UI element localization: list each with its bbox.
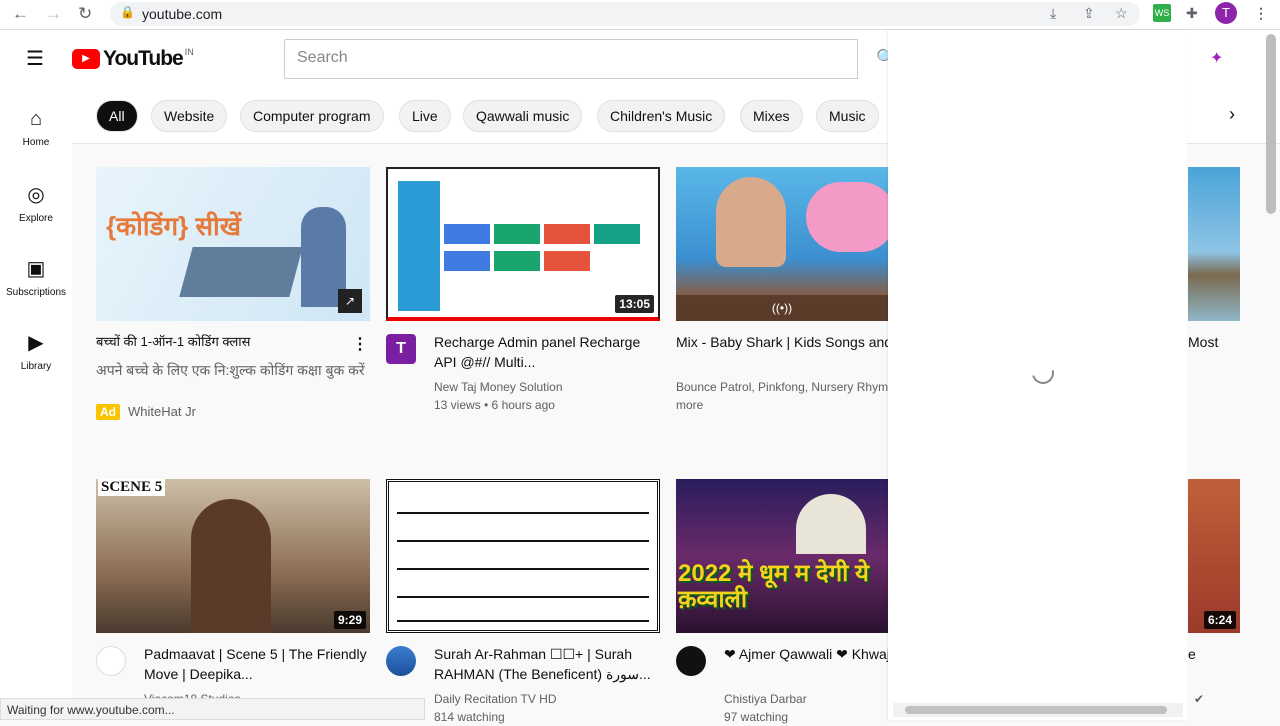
video-title[interactable]: Most — [1188, 332, 1248, 372]
chip-childrens-music[interactable]: Children's Music — [597, 100, 726, 132]
hamburger-icon[interactable]: ☰ — [26, 46, 44, 71]
sidebar-label: Explore — [19, 213, 53, 224]
reload-icon[interactable]: ↻ — [78, 4, 92, 24]
youtube-logo[interactable]: ▶ YouTube IN — [72, 47, 194, 71]
address-bar[interactable]: youtube.com — [110, 2, 1140, 26]
sidebar-item-home[interactable]: ⌂ Home — [0, 108, 72, 148]
vertical-scrollbar[interactable] — [1266, 34, 1276, 214]
back-icon[interactable]: ← — [12, 4, 29, 24]
ad-badge: Ad — [96, 404, 120, 420]
chip-all[interactable]: All — [96, 100, 138, 132]
menu-icon[interactable]: ⋮ — [1254, 5, 1268, 22]
profile-avatar[interactable]: T — [1215, 2, 1237, 24]
region-label: IN — [184, 47, 194, 57]
sidebar-item-subscriptions[interactable]: ▣ Subscriptions — [0, 256, 72, 298]
video-title[interactable]: Padmaavat | Scene 5 | The Friendly Move … — [144, 644, 374, 684]
channel-name[interactable]: New Taj Money Solution — [434, 378, 664, 396]
video-duration: 6:24 — [1203, 611, 1236, 629]
channel-name[interactable]: Bounce Patrol, Pinkfong, Nursery Rhyme — [676, 378, 888, 396]
channel-avatar[interactable] — [96, 646, 126, 676]
verified-icon: ✔ — [1194, 692, 1205, 706]
thumbnail-text: SCENE 5 — [98, 479, 166, 496]
sidebar-label: Subscriptions — [5, 287, 67, 298]
video-thumbnail[interactable]: {कोडिंग} सीखें ↗ — [96, 167, 370, 321]
chip-music[interactable]: Music — [816, 100, 879, 132]
library-icon: ▶ — [28, 332, 44, 354]
install-icon[interactable]: ⤓ — [1050, 5, 1056, 22]
sidebar-label: Library — [20, 361, 52, 372]
play-logo-icon: ▶ — [72, 49, 100, 69]
live-icon: ((•)) — [676, 295, 888, 321]
extension-icon[interactable]: WS — [1153, 4, 1171, 22]
star-icon[interactable]: ☆ — [1115, 5, 1128, 22]
ad-description: अपने बच्चे के लिए एक नि:शुल्क कोडिंग कक्… — [96, 362, 365, 378]
share-icon[interactable]: ⇪ — [1083, 5, 1095, 22]
horizontal-scrollbar[interactable] — [893, 703, 1183, 717]
external-link-icon[interactable]: ↗ — [338, 289, 362, 313]
video-title[interactable]: ❤ Ajmer Qawwali ❤ Khwaj Garib Navaz Supe… — [724, 644, 888, 684]
chip-live[interactable]: Live — [399, 100, 451, 132]
video-thumbnail[interactable]: SCENE 5 9:29 — [96, 479, 370, 633]
chip-website[interactable]: Website — [151, 100, 228, 132]
home-icon: ⌂ — [29, 108, 43, 130]
video-thumbnail[interactable] — [1188, 167, 1240, 321]
search-input[interactable]: Search — [284, 39, 858, 79]
video-duration: 9:29 — [333, 611, 366, 629]
thumbnail-text: 2022 मे धूम म देगी ये क़व्वाली — [678, 560, 869, 613]
browser-status-bar: Waiting for www.youtube.com... — [0, 698, 425, 720]
video-stats: more — [676, 398, 704, 412]
thumbnail-text: {कोडिंग} सीखें — [106, 211, 242, 241]
video-title[interactable]: e — [1188, 644, 1218, 684]
channel-logo-icon[interactable]: ✦ — [1210, 48, 1223, 68]
channel-name[interactable]: WhiteHat Jr — [128, 403, 358, 421]
compass-icon: ◎ — [27, 184, 45, 206]
channel-avatar[interactable] — [386, 646, 416, 676]
video-thumbnail[interactable]: 6:24 — [1188, 479, 1240, 633]
logo-text: YouTube — [103, 47, 184, 70]
chevron-right-icon[interactable]: › — [1229, 104, 1235, 125]
sidebar-item-explore[interactable]: ◎ Explore — [0, 182, 72, 224]
chip-qawwali[interactable]: Qawwali music — [463, 100, 583, 132]
video-title[interactable]: Surah Ar-Rahman ☐☐+ | Surah RAHMAN (The … — [434, 644, 664, 684]
video-title[interactable]: Mix - Baby Shark | Kids Songs and Nurser… — [676, 332, 888, 372]
chip-computer-program[interactable]: Computer program — [240, 100, 384, 132]
forward-icon[interactable]: → — [45, 4, 62, 24]
video-thumbnail[interactable]: ((•)) — [676, 167, 888, 321]
video-title[interactable]: Recharge Admin panel Recharge API @#// M… — [434, 332, 664, 372]
puzzle-icon[interactable]: ✚ — [1186, 5, 1198, 22]
channel-name[interactable]: Daily Recitation TV HD — [434, 690, 664, 708]
video-thumbnail[interactable]: 2022 मे धूम म देगी ये क़व्वाली — [676, 479, 888, 633]
more-options-icon[interactable]: ⋮ — [352, 334, 368, 354]
video-stats: 814 watching — [434, 710, 505, 724]
channel-avatar[interactable]: T — [386, 334, 416, 364]
sidebar-item-library[interactable]: ▶ Library — [0, 330, 72, 372]
lock-icon[interactable]: 🔒 — [120, 5, 135, 19]
video-duration: 13:05 — [615, 295, 654, 313]
sidebar-label: Home — [22, 137, 50, 148]
chip-mixes[interactable]: Mixes — [740, 100, 803, 132]
video-thumbnail[interactable]: 13:05 — [386, 167, 660, 321]
video-stats: 13 views • 6 hours ago — [434, 398, 555, 412]
video-thumbnail[interactable] — [386, 479, 660, 633]
channel-avatar[interactable] — [676, 646, 706, 676]
subscriptions-icon: ▣ — [26, 258, 46, 280]
